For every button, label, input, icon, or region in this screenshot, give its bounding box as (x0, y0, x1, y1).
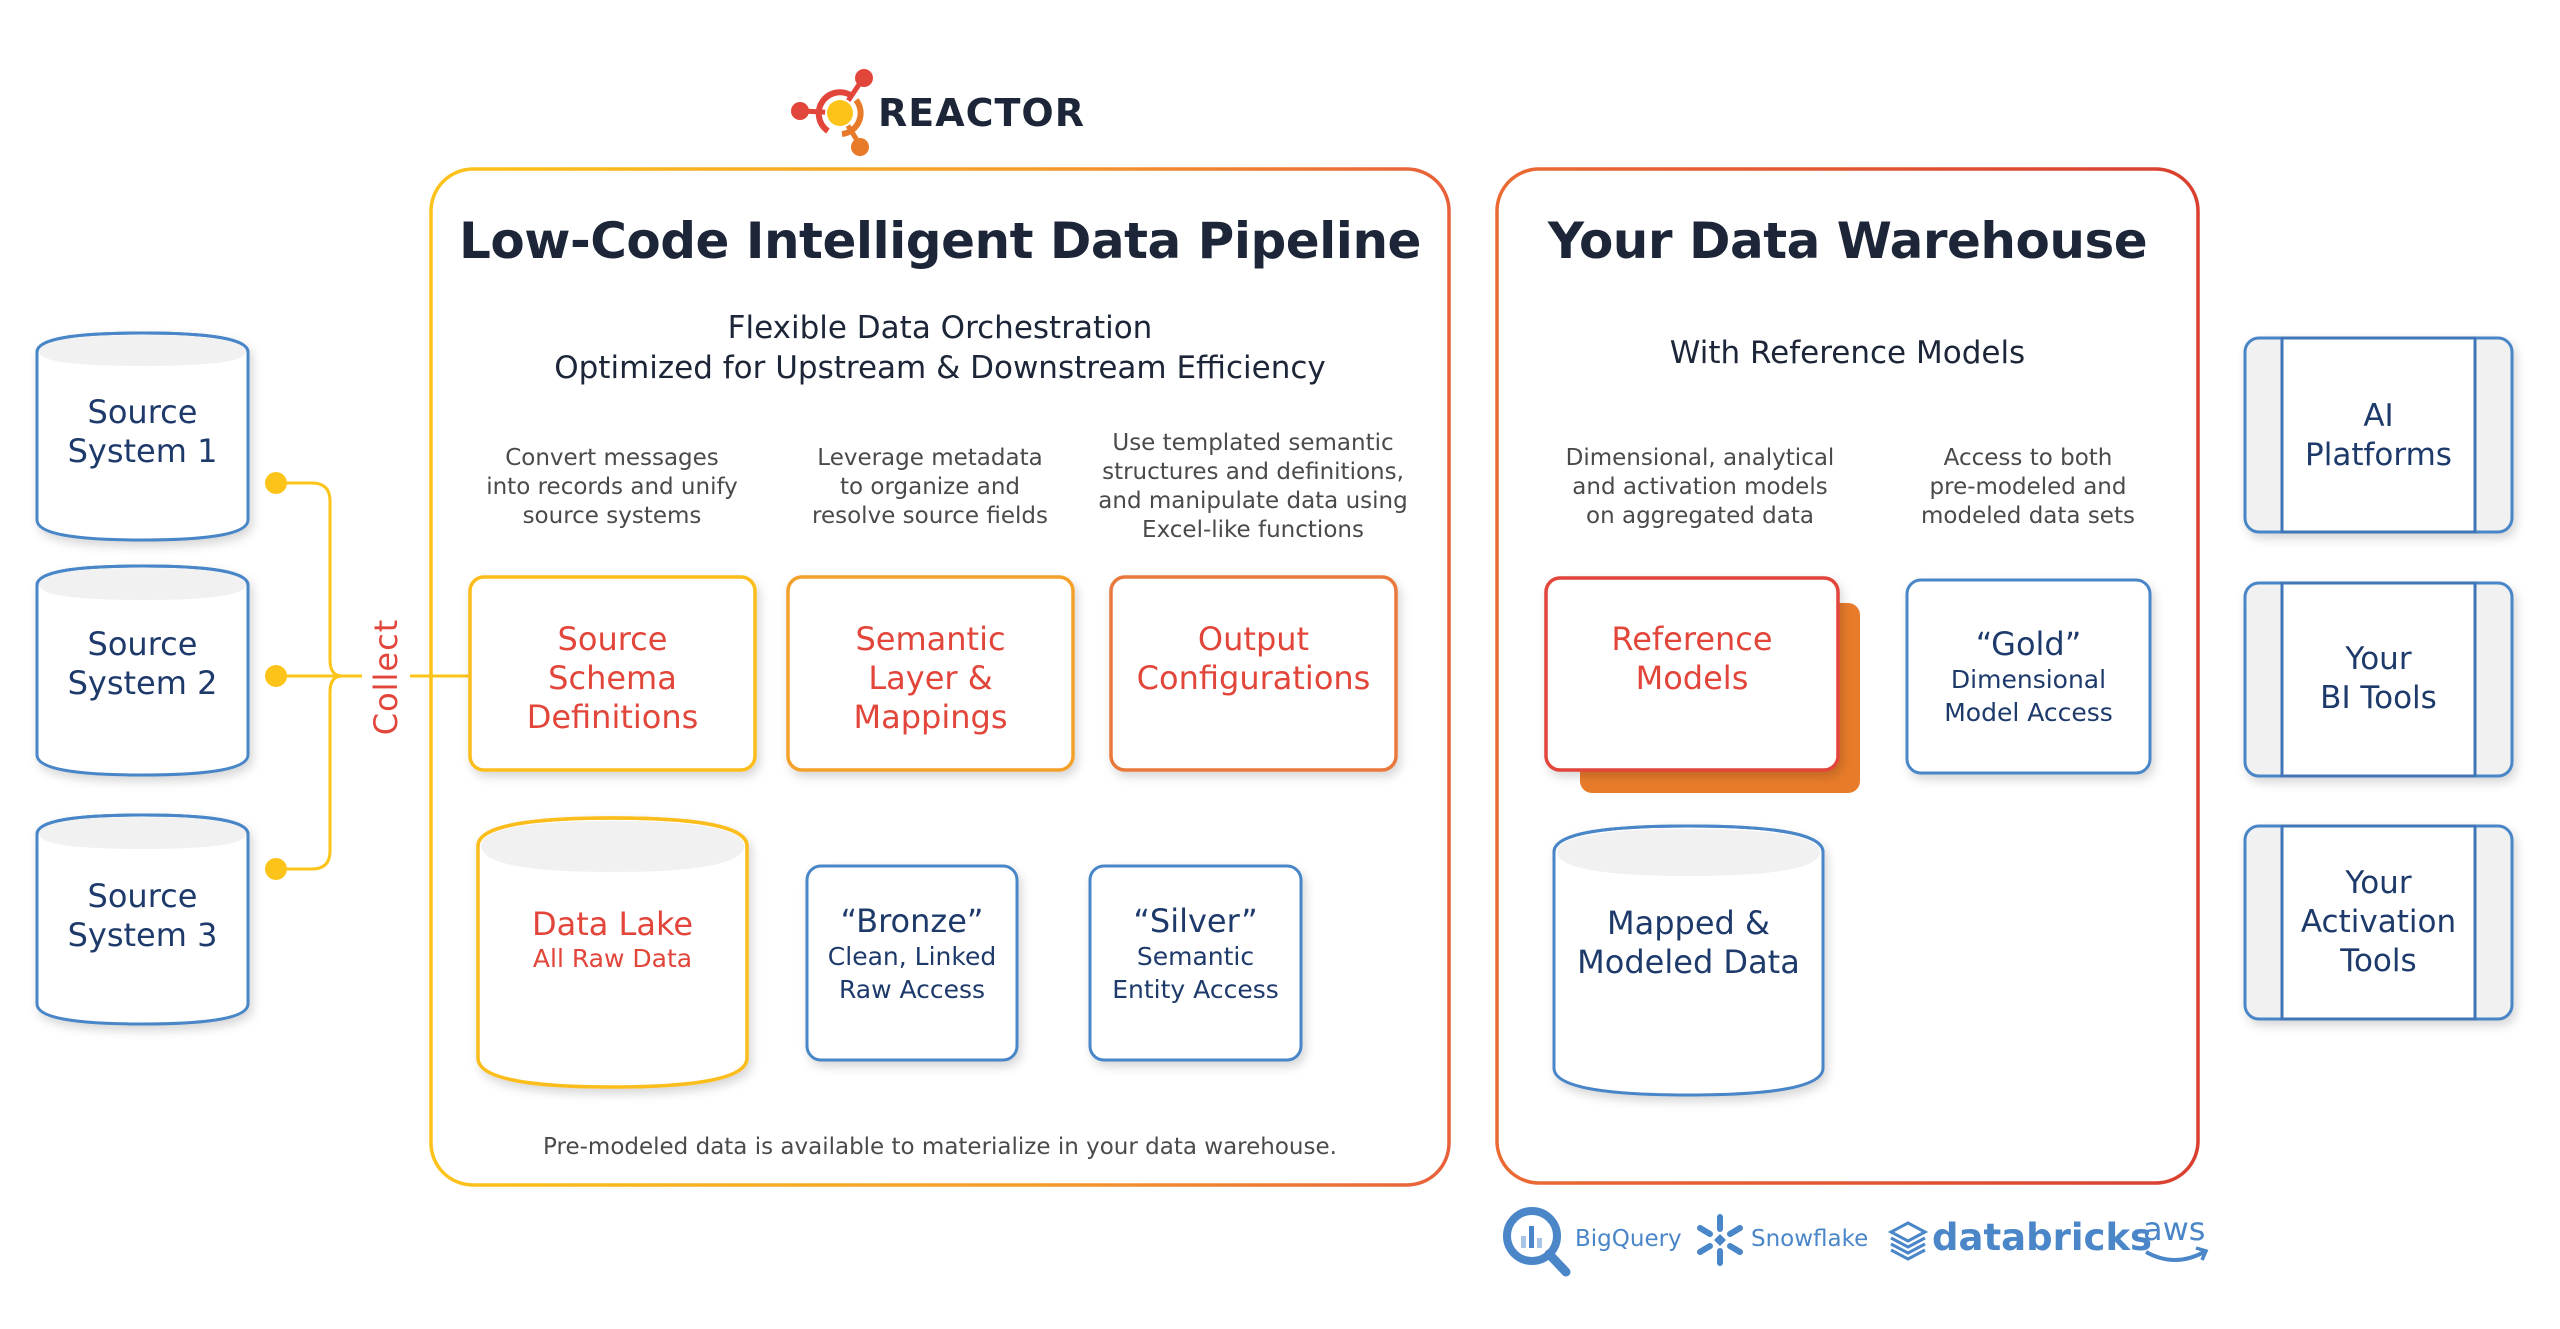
warehouse-desc-2: Access to both pre-modeled and modeled d… (1921, 445, 2135, 529)
tool-bi-line2: BI Tools (2320, 680, 2437, 716)
pipeline-desc-1: Convert messages into records and unify … (486, 445, 738, 529)
bronze-title: “Bronze” (840, 902, 984, 940)
source-system-2-line1: Source (87, 625, 198, 663)
bigquery-label: BigQuery (1575, 1226, 1682, 1252)
pipeline-footer-note: Pre-modeled data is available to materia… (543, 1134, 1337, 1160)
bronze-line1: Clean, Linked (827, 942, 997, 971)
silver-box[interactable]: “Silver” Semantic Entity Access (1090, 902, 1301, 1006)
output-config-line2: Configurations (1136, 659, 1371, 697)
collect-label: Collect (367, 618, 405, 736)
semantic-layer-mappings-box[interactable]: Semantic Layer & Mappings (788, 620, 1073, 737)
source-system-1-line1: Source (87, 393, 198, 431)
snowflake-label: Snowflake (1751, 1226, 1869, 1252)
pipeline-desc-2: Leverage metadata to organize and resolv… (812, 445, 1048, 529)
pipeline-subtitle-line1: Flexible Data Orchestration (727, 310, 1153, 346)
aws-label: aws (2143, 1210, 2206, 1248)
reference-models-box[interactable]: Reference Models (1546, 620, 1838, 698)
pipeline-title: Low-Code Intelligent Data Pipeline (459, 212, 1421, 270)
data-lake[interactable]: Data Lake All Raw Data (478, 904, 747, 974)
tool-bi-line1: Your (2345, 641, 2412, 677)
gold-line1: Dimensional (1950, 665, 2107, 694)
source-schema-line1: Source (557, 620, 668, 658)
output-config-line1: Output (1197, 620, 1310, 658)
semantic-layer-line3: Mappings (853, 698, 1008, 736)
gold-box[interactable]: “Gold” Dimensional Model Access (1907, 625, 2150, 729)
bronze-line2: Raw Access (838, 975, 986, 1004)
tool-ai-platforms[interactable]: AI Platforms (2282, 397, 2475, 475)
source-system-2-line2: System 2 (67, 664, 218, 702)
source-system-1-line2: System 1 (67, 432, 218, 470)
mapped-line2: Modeled Data (1577, 943, 1800, 981)
tool-ai-line1: AI (2363, 398, 2394, 434)
silver-line2: Entity Access (1112, 975, 1279, 1004)
source-system-3-line1: Source (87, 877, 198, 915)
gold-title: “Gold” (1975, 625, 2082, 663)
connector-dot-3 (265, 858, 287, 880)
data-lake-title: Data Lake (531, 905, 694, 943)
output-configurations-box[interactable]: Output Configurations (1111, 620, 1396, 698)
pipeline-subtitle-line2: Optimized for Upstream & Downstream Effi… (554, 350, 1326, 386)
databricks-label: databricks (1932, 1216, 2153, 1259)
source-schema-definitions-box[interactable]: Source Schema Definitions (470, 620, 755, 737)
snowflake-icon (1697, 1214, 1743, 1266)
bronze-box[interactable]: “Bronze” Clean, Linked Raw Access (807, 902, 1017, 1006)
mapped-modeled-data[interactable]: Mapped & Modeled Data (1554, 904, 1823, 982)
bigquery-icon (1503, 1207, 1571, 1277)
source-system-3: Source System 3 (37, 877, 248, 955)
source-system-2: Source System 2 (37, 625, 248, 703)
warehouse-subtitle: With Reference Models (1669, 335, 2026, 371)
source-system-3-line2: System 3 (67, 916, 218, 954)
aws-smile-icon (2145, 1246, 2209, 1262)
databricks-icon (1887, 1221, 1929, 1261)
source-schema-line3: Definitions (526, 698, 699, 736)
reactor-logo-icon (791, 69, 873, 156)
source-system-1: Source System 1 (37, 393, 248, 471)
warehouse-desc-1: Dimensional, analytical and activation m… (1565, 445, 1835, 529)
tool-activation-line3: Tools (2340, 943, 2417, 979)
reactor-brand: REACTOR (878, 91, 1086, 135)
warehouse-title: Your Data Warehouse (1547, 212, 2148, 270)
connector-dot-2 (265, 665, 287, 687)
reference-models-line1: Reference (1611, 620, 1773, 658)
pipeline-subtitle: Flexible Data Orchestration Optimized fo… (431, 308, 1449, 388)
tool-bi-tools[interactable]: Your BI Tools (2282, 640, 2475, 718)
semantic-layer-line1: Semantic (855, 620, 1006, 658)
source-schema-line2: Schema (548, 659, 677, 697)
semantic-layer-line2: Layer & (868, 659, 993, 697)
gold-line2: Model Access (1944, 698, 2113, 727)
data-lake-subtitle: All Raw Data (532, 944, 693, 973)
silver-title: “Silver” (1133, 902, 1258, 940)
pipeline-desc-3: Use templated semantic structures and de… (1098, 430, 1408, 543)
tool-activation-line2: Activation (2300, 904, 2457, 940)
tool-activation-line1: Your (2345, 865, 2412, 901)
tool-activation-tools[interactable]: Your Activation Tools (2282, 864, 2475, 981)
mapped-line1: Mapped & (1607, 904, 1770, 942)
tool-ai-line2: Platforms (2305, 437, 2452, 473)
reference-models-line2: Models (1635, 659, 1749, 697)
silver-line1: Semantic (1136, 942, 1255, 971)
connector-dot-1 (265, 472, 287, 494)
